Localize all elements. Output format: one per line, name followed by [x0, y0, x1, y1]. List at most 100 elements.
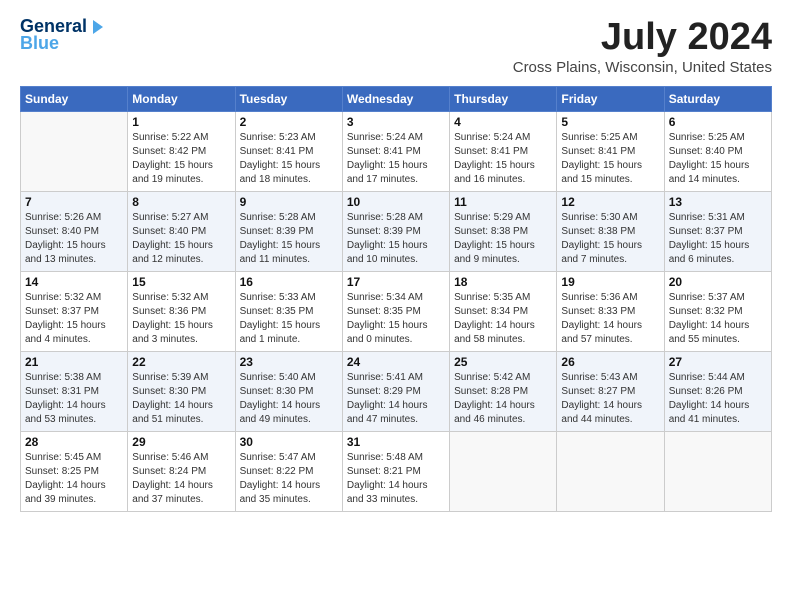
table-row: 4 Sunrise: 5:24 AMSunset: 8:41 PMDaylight…	[450, 112, 557, 192]
table-row: 29 Sunrise: 5:46 AMSunset: 8:24 PMDayligh…	[128, 432, 235, 512]
day-detail: Sunrise: 5:34 AMSunset: 8:35 PMDaylight:…	[347, 291, 445, 347]
table-row: 22 Sunrise: 5:39 AMSunset: 8:30 PMDayligh…	[128, 352, 235, 432]
day-number: 24	[347, 355, 445, 369]
day-number: 6	[669, 115, 767, 129]
day-number: 11	[454, 195, 552, 209]
day-number: 17	[347, 275, 445, 289]
day-number: 22	[132, 355, 230, 369]
day-number: 25	[454, 355, 552, 369]
day-number: 28	[25, 435, 123, 449]
day-detail: Sunrise: 5:37 AMSunset: 8:32 PMDaylight:…	[669, 291, 767, 347]
table-row: 7Sunrise: 5:26 AMSunset: 8:40 PMDaylight…	[21, 192, 128, 272]
table-row: 14 Sunrise: 5:32 AMSunset: 8:37 PMDayligh…	[21, 272, 128, 352]
day-number: 5	[561, 115, 659, 129]
day-detail: Sunrise: 5:40 AMSunset: 8:30 PMDaylight:…	[240, 371, 338, 427]
day-number: 10	[347, 195, 445, 209]
day-number: 31	[347, 435, 445, 449]
table-row: 19 Sunrise: 5:36 AMSunset: 8:33 PMDayligh…	[557, 272, 664, 352]
day-detail: Sunrise: 5:41 AMSunset: 8:29 PMDaylight:…	[347, 371, 445, 427]
day-number: 19	[561, 275, 659, 289]
header-saturday: Saturday	[664, 87, 771, 112]
table-row: 20 Sunrise: 5:37 AMSunset: 8:32 PMDayligh…	[664, 272, 771, 352]
table-row: 18 Sunrise: 5:35 AMSunset: 8:34 PMDayligh…	[450, 272, 557, 352]
title-block: July 2024 Cross Plains, Wisconsin, Unite…	[513, 16, 772, 76]
day-number: 18	[454, 275, 552, 289]
table-row: 1Sunrise: 5:22 AMSunset: 8:42 PMDaylight…	[128, 112, 235, 192]
table-row: 27Sunrise: 5:44 AMSunset: 8:26 PMDayligh…	[664, 352, 771, 432]
day-detail: Sunrise: 5:33 AMSunset: 8:35 PMDaylight:…	[240, 291, 338, 347]
day-detail: Sunrise: 5:23 AMSunset: 8:41 PMDaylight:…	[240, 131, 338, 187]
day-number: 21	[25, 355, 123, 369]
day-number: 15	[132, 275, 230, 289]
day-detail: Sunrise: 5:28 AMSunset: 8:39 PMDaylight:…	[240, 211, 338, 267]
table-row: 15Sunrise: 5:32 AMSunset: 8:36 PMDayligh…	[128, 272, 235, 352]
header-sunday: Sunday	[21, 87, 128, 112]
day-detail: Sunrise: 5:30 AMSunset: 8:38 PMDaylight:…	[561, 211, 659, 267]
table-row: 10 Sunrise: 5:28 AMSunset: 8:39 PMDayligh…	[342, 192, 449, 272]
calendar-week-row: 21 Sunrise: 5:38 AMSunset: 8:31 PMDayligh…	[21, 352, 772, 432]
day-detail: Sunrise: 5:42 AMSunset: 8:28 PMDaylight:…	[454, 371, 552, 427]
calendar-header-row: Sunday Monday Tuesday Wednesday Thursday…	[21, 87, 772, 112]
table-row	[21, 112, 128, 192]
header-friday: Friday	[557, 87, 664, 112]
day-number: 27	[669, 355, 767, 369]
table-row	[450, 432, 557, 512]
day-detail: Sunrise: 5:35 AMSunset: 8:34 PMDaylight:…	[454, 291, 552, 347]
day-detail: Sunrise: 5:25 AMSunset: 8:41 PMDaylight:…	[561, 131, 659, 187]
day-detail: Sunrise: 5:24 AMSunset: 8:41 PMDaylight:…	[454, 131, 552, 187]
day-number: 20	[669, 275, 767, 289]
header-tuesday: Tuesday	[235, 87, 342, 112]
table-row: 8Sunrise: 5:27 AMSunset: 8:40 PMDaylight…	[128, 192, 235, 272]
day-number: 14	[25, 275, 123, 289]
day-number: 4	[454, 115, 552, 129]
table-row: 17 Sunrise: 5:34 AMSunset: 8:35 PMDayligh…	[342, 272, 449, 352]
day-detail: Sunrise: 5:36 AMSunset: 8:33 PMDaylight:…	[561, 291, 659, 347]
table-row: 6 Sunrise: 5:25 AMSunset: 8:40 PMDaylight…	[664, 112, 771, 192]
table-row: 5 Sunrise: 5:25 AMSunset: 8:41 PMDaylight…	[557, 112, 664, 192]
day-detail: Sunrise: 5:47 AMSunset: 8:22 PMDaylight:…	[240, 451, 338, 507]
table-row	[557, 432, 664, 512]
day-number: 29	[132, 435, 230, 449]
table-row: 28 Sunrise: 5:45 AMSunset: 8:25 PMDayligh…	[21, 432, 128, 512]
day-number: 23	[240, 355, 338, 369]
calendar-week-row: 28 Sunrise: 5:45 AMSunset: 8:25 PMDayligh…	[21, 432, 772, 512]
table-row	[664, 432, 771, 512]
calendar-week-row: 1Sunrise: 5:22 AMSunset: 8:42 PMDaylight…	[21, 112, 772, 192]
day-number: 26	[561, 355, 659, 369]
day-detail: Sunrise: 5:43 AMSunset: 8:27 PMDaylight:…	[561, 371, 659, 427]
day-detail: Sunrise: 5:26 AMSunset: 8:40 PMDaylight:…	[25, 211, 123, 267]
day-detail: Sunrise: 5:38 AMSunset: 8:31 PMDaylight:…	[25, 371, 123, 427]
calendar-week-row: 7Sunrise: 5:26 AMSunset: 8:40 PMDaylight…	[21, 192, 772, 272]
day-number: 12	[561, 195, 659, 209]
day-detail: Sunrise: 5:45 AMSunset: 8:25 PMDaylight:…	[25, 451, 123, 507]
table-row: 25 Sunrise: 5:42 AMSunset: 8:28 PMDayligh…	[450, 352, 557, 432]
day-detail: Sunrise: 5:32 AMSunset: 8:37 PMDaylight:…	[25, 291, 123, 347]
day-detail: Sunrise: 5:31 AMSunset: 8:37 PMDaylight:…	[669, 211, 767, 267]
logo-text-blue: Blue	[20, 33, 59, 54]
table-row: 21 Sunrise: 5:38 AMSunset: 8:31 PMDayligh…	[21, 352, 128, 432]
header-wednesday: Wednesday	[342, 87, 449, 112]
day-number: 3	[347, 115, 445, 129]
table-row: 26 Sunrise: 5:43 AMSunset: 8:27 PMDayligh…	[557, 352, 664, 432]
table-row: 16Sunrise: 5:33 AMSunset: 8:35 PMDayligh…	[235, 272, 342, 352]
day-detail: Sunrise: 5:29 AMSunset: 8:38 PMDaylight:…	[454, 211, 552, 267]
day-number: 2	[240, 115, 338, 129]
table-row: 13Sunrise: 5:31 AMSunset: 8:37 PMDayligh…	[664, 192, 771, 272]
day-detail: Sunrise: 5:22 AMSunset: 8:42 PMDaylight:…	[132, 131, 230, 187]
day-number: 8	[132, 195, 230, 209]
header-monday: Monday	[128, 87, 235, 112]
day-detail: Sunrise: 5:28 AMSunset: 8:39 PMDaylight:…	[347, 211, 445, 267]
day-detail: Sunrise: 5:25 AMSunset: 8:40 PMDaylight:…	[669, 131, 767, 187]
table-row: 11 Sunrise: 5:29 AMSunset: 8:38 PMDayligh…	[450, 192, 557, 272]
day-detail: Sunrise: 5:46 AMSunset: 8:24 PMDaylight:…	[132, 451, 230, 507]
table-row: 31Sunrise: 5:48 AMSunset: 8:21 PMDayligh…	[342, 432, 449, 512]
day-number: 9	[240, 195, 338, 209]
day-number: 30	[240, 435, 338, 449]
logo: General Blue	[20, 16, 105, 54]
main-title: July 2024	[513, 16, 772, 59]
table-row: 24 Sunrise: 5:41 AMSunset: 8:29 PMDayligh…	[342, 352, 449, 432]
table-row: 3Sunrise: 5:24 AMSunset: 8:41 PMDaylight…	[342, 112, 449, 192]
day-detail: Sunrise: 5:39 AMSunset: 8:30 PMDaylight:…	[132, 371, 230, 427]
logo-arrow-icon	[87, 18, 105, 36]
page-header: General Blue July 2024 Cross Plains, Wis…	[20, 16, 772, 76]
